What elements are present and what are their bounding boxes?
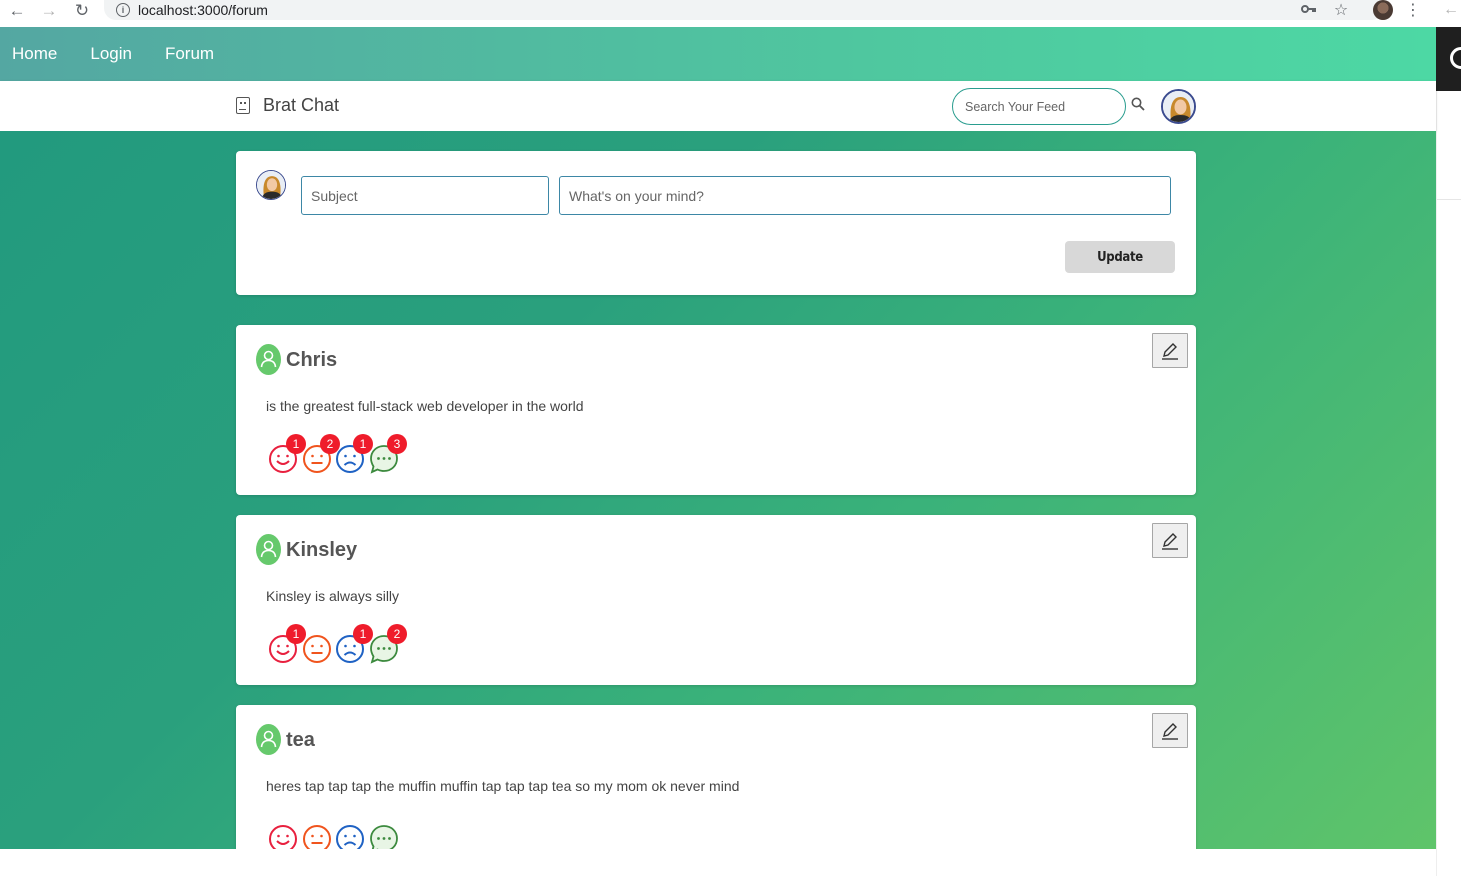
reload-icon[interactable]: ↻: [71, 0, 93, 22]
brand-title: Brat Chat: [263, 95, 340, 115]
profile-avatar-icon[interactable]: [1373, 0, 1393, 25]
side-panel-tab[interactable]: [1436, 27, 1461, 91]
side-arrow-icon[interactable]: ←: [1433, 1, 1461, 19]
search-icon[interactable]: [1131, 97, 1145, 111]
star-icon[interactable]: ☆: [1323, 0, 1359, 20]
post-card: tea heres tap tap tap the muffin muffin …: [236, 705, 1196, 865]
comment-reaction[interactable]: 2: [369, 624, 407, 664]
neutral-face-icon: [303, 635, 331, 663]
happy-reaction[interactable]: 1: [268, 624, 306, 664]
happy-reaction[interactable]: 1: [268, 434, 306, 474]
menu-dots-icon[interactable]: ⋮: [1395, 0, 1431, 20]
address-bar[interactable]: i localhost:3000/forum: [104, 0, 1384, 20]
top-nav: Home Login Forum: [0, 27, 1436, 81]
user-icon: [256, 344, 281, 375]
edit-button[interactable]: [1152, 713, 1188, 748]
sad-reaction[interactable]: 1: [335, 434, 373, 474]
user-icon: [256, 724, 281, 755]
user-avatar[interactable]: [1161, 89, 1196, 124]
post-author: Kinsley: [286, 539, 358, 561]
key-icon[interactable]: [1291, 1, 1327, 19]
update-button[interactable]: Update: [1065, 241, 1175, 273]
side-panel: [1436, 91, 1461, 876]
viewport-bottom-edge: [0, 849, 1436, 876]
pencil-icon: [1162, 342, 1178, 360]
extension-icon: [1450, 47, 1461, 69]
forward-arrow-icon[interactable]: →: [38, 0, 60, 22]
post-body: is the greatest full-stack web developer…: [266, 398, 584, 414]
post-author: Chris: [286, 349, 338, 371]
post-card: Chris is the greatest full-stack web dev…: [236, 325, 1196, 495]
search-input[interactable]: [952, 88, 1126, 125]
neutral-reaction[interactable]: [302, 634, 332, 664]
url-text: localhost:3000/forum: [138, 2, 268, 18]
post-card: Kinsley Kinsley is always silly 1 1 2: [236, 515, 1196, 685]
post-body: heres tap tap tap the muffin muffin tap …: [266, 778, 740, 794]
user-icon: [256, 534, 281, 565]
chat-logo-icon: [236, 97, 250, 114]
post-composer: Update: [236, 151, 1196, 295]
brand[interactable]: Brat Chat: [236, 95, 339, 116]
message-input[interactable]: [559, 176, 1171, 215]
nav-home[interactable]: Home: [12, 44, 57, 64]
edit-button[interactable]: [1152, 523, 1188, 558]
app-header: Brat Chat: [0, 81, 1436, 131]
pencil-icon: [1162, 532, 1178, 550]
nav-login[interactable]: Login: [90, 44, 132, 64]
divider: [1437, 199, 1461, 200]
browser-toolbar: ← → ↻ i localhost:3000/forum ☆ ⋮ ←: [0, 0, 1461, 27]
sad-reaction[interactable]: 1: [335, 624, 373, 664]
pencil-icon: [1162, 722, 1178, 740]
comment-reaction[interactable]: 3: [369, 434, 407, 474]
comment-count-badge: 3: [387, 434, 407, 454]
subject-input[interactable]: [301, 176, 549, 215]
composer-avatar: [256, 170, 286, 200]
edit-button[interactable]: [1152, 333, 1188, 368]
back-arrow-icon[interactable]: ←: [6, 0, 28, 22]
comment-count-badge: 2: [387, 624, 407, 644]
site-info-icon[interactable]: i: [116, 3, 130, 17]
neutral-reaction[interactable]: 2: [302, 434, 340, 474]
nav-forum[interactable]: Forum: [165, 44, 214, 64]
post-body: Kinsley is always silly: [266, 588, 400, 604]
post-author: tea: [286, 729, 315, 751]
